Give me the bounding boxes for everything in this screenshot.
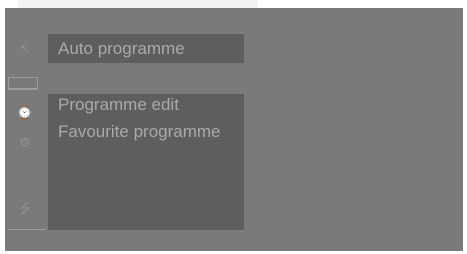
icon-divider — [8, 229, 46, 230]
top-strip — [18, 0, 258, 8]
active-icon-underline — [8, 88, 38, 89]
menu-item-label: Auto programme — [58, 39, 185, 58]
category-icons: ↖ ⌚ ⚙ ⭍ — [12, 40, 42, 230]
antenna-icon[interactable]: ↖ — [12, 40, 38, 58]
usb-icon[interactable]: ⭍ — [12, 200, 38, 218]
submenu-item-programme-edit[interactable]: Programme edit — [58, 94, 179, 116]
menu-item-auto-programme[interactable]: Auto programme — [48, 34, 244, 63]
timer-icon[interactable]: ⌚ — [12, 104, 38, 122]
setup-icon[interactable]: ⚙ — [12, 134, 38, 152]
submenu-item-favourite-programme[interactable]: Favourite programme — [58, 121, 221, 143]
submenu: Programme edit Favourite programme — [48, 94, 244, 230]
tv-menu-screen: ↖ ⌚ ⚙ ⭍ Auto programme Programme edit Fa… — [0, 0, 467, 254]
